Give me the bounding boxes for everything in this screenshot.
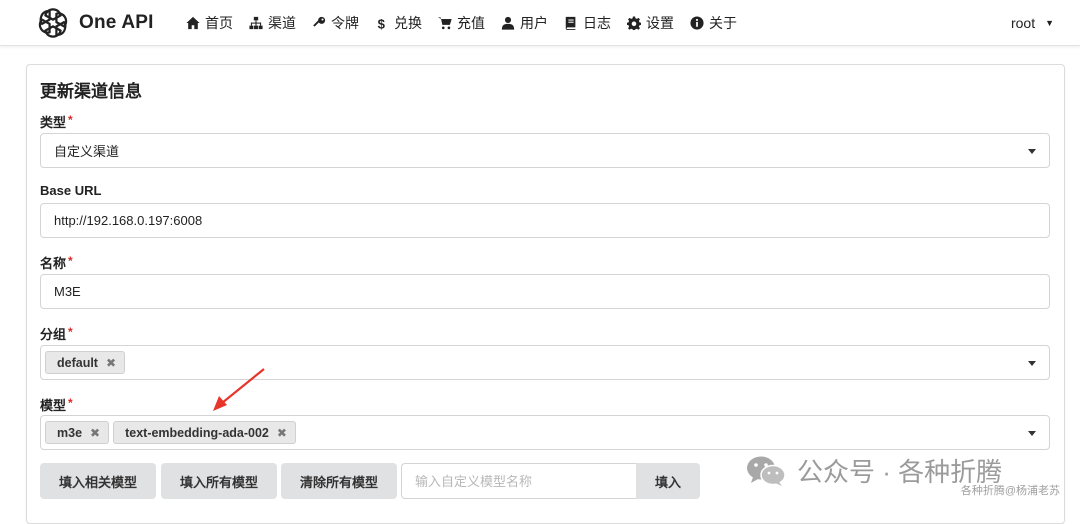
dollar-icon: $ [378, 16, 386, 30]
models-label-text: 模型 [40, 398, 67, 413]
nav-item-settings[interactable]: 设置 [619, 0, 682, 46]
clear-all-models-button[interactable]: 清除所有模型 [281, 463, 397, 499]
wechat-icon [747, 456, 786, 486]
nav-item-tokens[interactable]: 令牌 [304, 0, 367, 46]
user-name: root [1010, 15, 1036, 31]
remove-tag-icon[interactable]: ✖ [90, 426, 100, 440]
fill-related-models-button[interactable]: 填入相关模型 [40, 463, 156, 499]
fill-custom-model-button[interactable]: 填入 [636, 463, 700, 499]
required-marker: * [68, 325, 73, 339]
models-multiselect[interactable]: m3e ✖ text-embedding-ada-002 ✖ [40, 415, 1050, 450]
nav-item-home[interactable]: 首页 [178, 0, 241, 46]
nav-item-label: 用户 [520, 14, 548, 31]
watermark-subtext: 各种折腾@杨浦老苏 [960, 485, 1060, 497]
required-marker: * [68, 113, 73, 127]
nav-item-users[interactable]: 用户 [493, 0, 556, 46]
nav-item-about[interactable]: 关于 [682, 0, 745, 46]
nav-item-topup[interactable]: 充值 [430, 0, 493, 46]
nav-item-logs[interactable]: 日志 [556, 0, 619, 46]
cart-icon [438, 16, 452, 29]
dropdown-caret-icon [1028, 430, 1036, 436]
book-icon [565, 16, 576, 30]
group-multiselect[interactable]: default ✖ [40, 345, 1050, 380]
nav-item-label: 令牌 [331, 14, 359, 31]
dropdown-caret-icon [1028, 360, 1036, 366]
nav-item-redeem[interactable]: $ 兑换 [367, 0, 430, 46]
brand-name: One API [79, 11, 154, 33]
nav-item-label: 兑换 [394, 14, 422, 31]
remove-tag-icon[interactable]: ✖ [277, 426, 287, 440]
tag-chip: m3e ✖ [45, 421, 110, 444]
type-select-value: 自定义渠道 [54, 144, 120, 159]
name-label-text: 名称 [40, 256, 67, 271]
required-marker: * [68, 396, 73, 410]
brand[interactable]: One API [36, 6, 176, 40]
fill-all-models-button[interactable]: 填入所有模型 [161, 463, 277, 499]
tag-chip: default ✖ [45, 351, 126, 374]
gear-icon [627, 15, 641, 30]
type-label: 类型 * [40, 112, 73, 131]
remove-tag-icon[interactable]: ✖ [106, 356, 116, 370]
home-icon [186, 16, 200, 29]
type-select[interactable]: 自定义渠道 [40, 133, 1050, 168]
group-label: 分组 * [40, 324, 73, 343]
nav-item-channels[interactable]: 渠道 [241, 0, 304, 46]
nav-item-label: 日志 [583, 14, 611, 31]
nav-item-label: 首页 [205, 14, 233, 31]
custom-model-input[interactable] [401, 463, 636, 499]
tag-label: m3e [57, 425, 83, 440]
nav-item-label: 设置 [646, 14, 674, 31]
info-icon [690, 15, 704, 30]
group-label-text: 分组 [40, 327, 67, 342]
name-value: M3E [54, 284, 81, 299]
base-url-input[interactable]: http://192.168.0.197:6008 [40, 203, 1050, 238]
name-input[interactable]: M3E [40, 274, 1050, 309]
type-label-text: 类型 [40, 115, 67, 130]
nav-item-label: 渠道 [268, 14, 296, 31]
base-url-value: http://192.168.0.197:6008 [54, 213, 203, 228]
group-tags: default ✖ [45, 351, 129, 374]
tag-label: text-embedding-ada-002 [125, 425, 269, 440]
name-label: 名称 * [40, 253, 73, 272]
chevron-down-icon: ▼ [1045, 18, 1054, 28]
sitemap-icon [249, 16, 263, 29]
models-label: 模型 * [40, 395, 73, 414]
base-url-label: Base URL [40, 183, 102, 198]
top-navbar: One API 首页 渠道 令牌 $ 兑换 充值 用户 日志 设置 关于 roo… [0, 0, 1080, 46]
model-tags: m3e ✖ text-embedding-ada-002 ✖ [45, 421, 300, 444]
nav-menu: 首页 渠道 令牌 $ 兑换 充值 用户 日志 设置 关于 [178, 0, 745, 46]
user-menu[interactable]: root ▼ [1011, 0, 1054, 46]
required-marker: * [68, 254, 73, 268]
tag-label: default [57, 355, 98, 370]
user-icon [501, 16, 515, 30]
nav-item-label: 充值 [457, 14, 485, 31]
key-icon [313, 16, 326, 27]
dropdown-caret-icon [1028, 148, 1036, 154]
nav-item-label: 关于 [709, 14, 737, 31]
svg-text:$: $ [378, 16, 386, 30]
tag-chip: text-embedding-ada-002 ✖ [113, 421, 296, 444]
openai-logo-icon [38, 7, 68, 38]
page-title: 更新渠道信息 [40, 82, 142, 101]
